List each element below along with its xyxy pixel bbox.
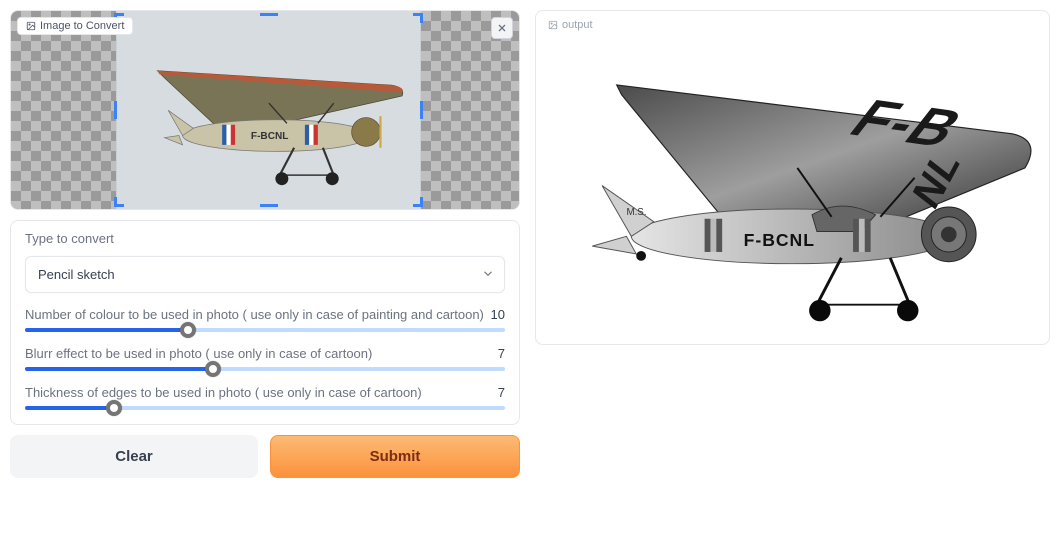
svg-text:F-BCNL: F-BCNL (744, 230, 815, 250)
image-icon (548, 20, 558, 30)
type-label: Type to convert (25, 231, 505, 246)
colour-count-slider[interactable] (25, 328, 505, 332)
airplane-icon: F-BCNL (125, 24, 413, 197)
slider-label: Thickness of edges to be used in photo (… (25, 385, 422, 400)
button-row: Clear Submit (10, 435, 520, 478)
output-panel: output (535, 10, 1050, 345)
slider-value: 7 (498, 346, 505, 361)
edge-thickness-slider[interactable] (25, 406, 505, 410)
type-select[interactable]: Pencil sketch (25, 256, 505, 293)
close-icon (496, 22, 508, 34)
controls-panel: Type to convert Pencil sketch Number of … (10, 220, 520, 425)
image-icon (26, 21, 36, 31)
submit-button[interactable]: Submit (270, 435, 520, 478)
clear-image-button[interactable] (491, 17, 513, 39)
output-image[interactable]: F-B NL M.S. (546, 41, 1039, 334)
slider-edge-thickness: Thickness of edges to be used in photo (… (25, 385, 505, 410)
slider-value: 7 (498, 385, 505, 400)
svg-text:F-BCNL: F-BCNL (251, 131, 288, 142)
slider-blur: Blurr effect to be used in photo ( use o… (25, 346, 505, 371)
svg-text:M.S.: M.S. (626, 207, 646, 218)
output-label: output (542, 17, 1043, 33)
airplane-sketch-icon: F-B NL M.S. (546, 41, 1039, 334)
blur-slider[interactable] (25, 367, 505, 371)
slider-label: Blurr effect to be used in photo ( use o… (25, 346, 372, 361)
image-input-label: Image to Convert (17, 17, 133, 35)
slider-label: Number of colour to be used in photo ( u… (25, 307, 484, 322)
slider-value: 10 (491, 307, 505, 322)
input-image[interactable]: F-BCNL (116, 11, 421, 209)
image-input-panel[interactable]: F-BCNL (10, 10, 520, 210)
slider-colour-count: Number of colour to be used in photo ( u… (25, 307, 505, 332)
clear-button[interactable]: Clear (10, 435, 258, 478)
